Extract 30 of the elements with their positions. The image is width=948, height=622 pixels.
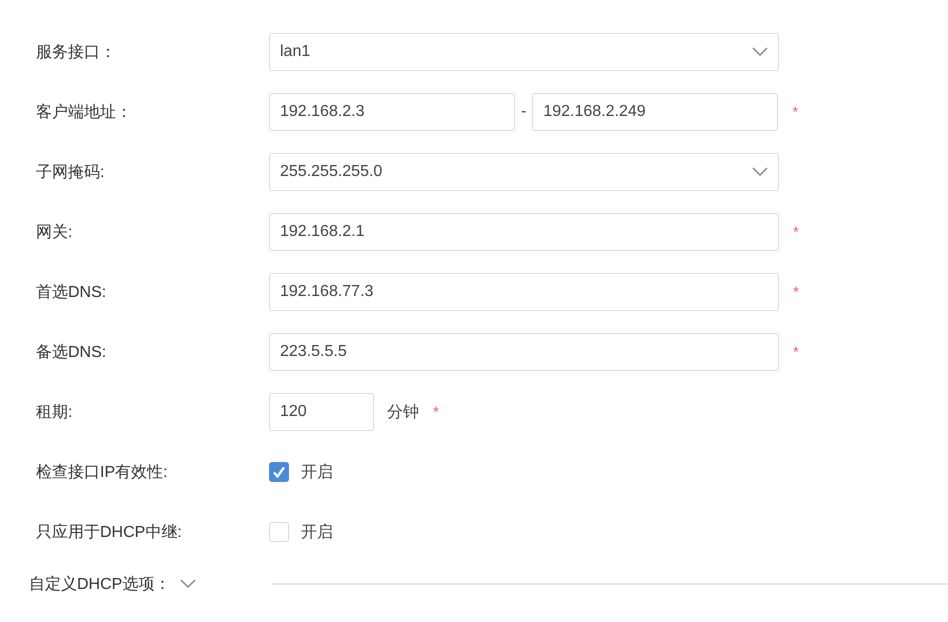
- range-separator: -: [521, 103, 526, 121]
- required-mark: *: [793, 284, 799, 300]
- field-label: 子网掩码:: [35, 162, 104, 182]
- input-field[interactable]: 192.168.2.249: [532, 93, 778, 131]
- checkbox[interactable]: [269, 462, 289, 482]
- field-label: 检查接口IP有效性:: [35, 462, 168, 482]
- required-mark: *: [793, 224, 799, 240]
- field-label: 客户端地址：: [35, 102, 132, 122]
- checkbox-label: 开启: [301, 462, 333, 482]
- field-label: 网关:: [35, 222, 72, 242]
- required-mark: *: [793, 344, 799, 360]
- field-label: 服务接口：: [35, 42, 116, 62]
- field-label: 首选DNS:: [35, 282, 106, 302]
- required-mark: *: [433, 404, 439, 420]
- chevron-down-icon: [752, 167, 768, 177]
- checkbox-label: 开启: [301, 522, 333, 542]
- select-field[interactable]: lan1: [269, 33, 779, 71]
- field-label: 租期:: [35, 402, 72, 422]
- select-field[interactable]: 255.255.255.0: [269, 153, 779, 191]
- input-field[interactable]: 192.168.2.1: [269, 213, 779, 251]
- section-title[interactable]: 自定义DHCP选项：: [29, 574, 170, 594]
- input-field[interactable]: 192.168.2.3: [269, 93, 515, 131]
- unit-label: 分钟: [387, 402, 419, 422]
- field-label: 备选DNS:: [35, 342, 106, 362]
- input-field[interactable]: 120: [269, 393, 374, 431]
- chevron-down-icon: [752, 47, 768, 57]
- field-label: 只应用于DHCP中继:: [35, 522, 182, 542]
- required-mark: *: [792, 104, 798, 120]
- input-field[interactable]: 223.5.5.5: [269, 333, 779, 371]
- input-field[interactable]: 192.168.77.3: [269, 273, 779, 311]
